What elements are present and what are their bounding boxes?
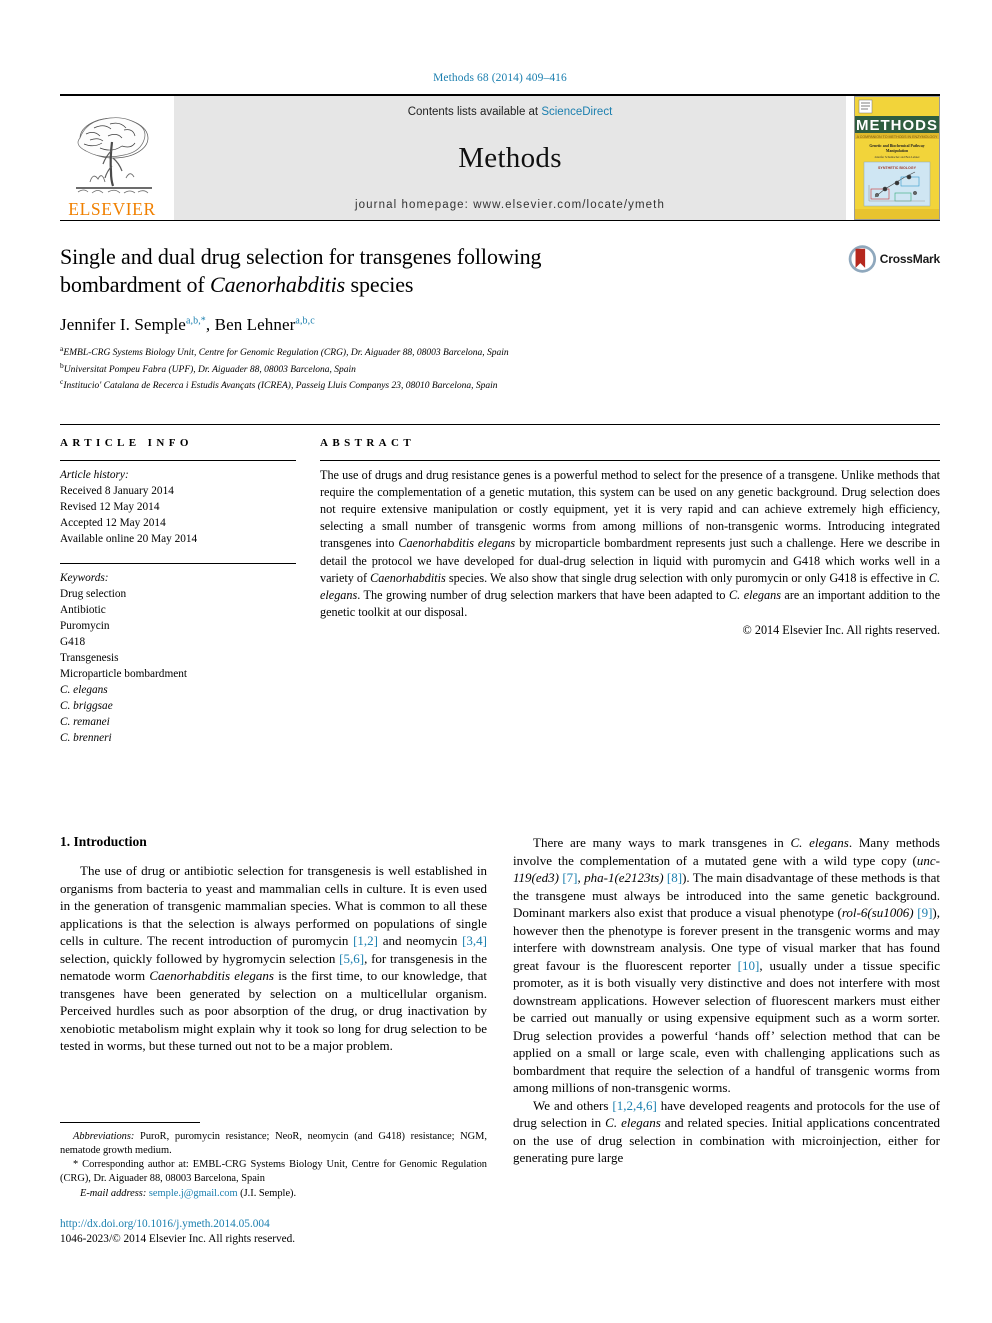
crossmark-icon bbox=[848, 245, 877, 273]
author-affiliation-marker-2: a,b,c bbox=[295, 315, 315, 327]
body-column-left: 1. Introduction The use of drug or antib… bbox=[60, 834, 487, 1166]
keyword-item: C. briggsae bbox=[60, 700, 113, 713]
svg-text:Genetic and Biochemical Pathwa: Genetic and Biochemical Pathway bbox=[869, 144, 924, 148]
title-species-italic: Caenorhabditis bbox=[210, 271, 346, 297]
intro-paragraph: The use of drug or antibiotic selection … bbox=[60, 863, 488, 1054]
affiliation-c: cInstitucio' Catalana de Recerca i Estud… bbox=[60, 377, 940, 394]
affiliation-b: bUniversitat Pompeu Fabra (UPF), Dr. Aig… bbox=[60, 361, 940, 378]
doi-issn-block: http://dx.doi.org/10.1016/j.ymeth.2014.0… bbox=[60, 1217, 487, 1248]
history-online: Available online 20 May 2014 bbox=[60, 532, 198, 545]
citation-link[interactable]: [5,6] bbox=[339, 951, 364, 966]
email-label: E-mail address: bbox=[80, 1187, 147, 1199]
journal-homepage-link[interactable]: journal homepage: www.elsevier.com/locat… bbox=[355, 199, 665, 211]
affiliation-text-c: Institucio' Catalana de Recerca i Estudi… bbox=[63, 381, 498, 392]
crossmark-badge[interactable]: CrossMark bbox=[848, 237, 940, 281]
keywords-label: Keywords: bbox=[60, 571, 109, 584]
keyword-item: C. remanei bbox=[60, 716, 110, 729]
history-received: Received 8 January 2014 bbox=[60, 484, 174, 497]
history-revised: Revised 12 May 2014 bbox=[60, 500, 160, 513]
info-abstract-section: ARTICLE INFO Article history: Received 8… bbox=[60, 423, 940, 747]
elsevier-wordmark: ELSEVIER bbox=[68, 198, 156, 219]
citation-link[interactable]: [7] bbox=[562, 870, 577, 885]
author-name-2[interactable]: Ben Lehner bbox=[215, 315, 296, 334]
sciencedirect-link[interactable]: ScienceDirect bbox=[541, 106, 612, 118]
footnote-corresponding-author: * Corresponding author at: EMBL-CRG Syst… bbox=[60, 1158, 487, 1186]
intro-paragraph: We and others [1,2,4,6] have developed r… bbox=[513, 1097, 940, 1166]
footnote-area: Abbreviations: PuroR, puromycin resistan… bbox=[60, 1122, 487, 1248]
intro-paragraph: There are many ways to mark transgenes i… bbox=[513, 835, 941, 1096]
email-link[interactable]: semple.j@gmail.com bbox=[149, 1188, 238, 1199]
keywords-block: Keywords: Drug selection Antibiotic Puro… bbox=[60, 570, 296, 746]
abstract-copyright: © 2014 Elsevier Inc. All rights reserved… bbox=[742, 623, 940, 638]
author-separator: , bbox=[205, 314, 215, 334]
citation-link[interactable]: [9] bbox=[917, 905, 932, 920]
abstract-heading: ABSTRACT bbox=[320, 436, 416, 449]
title-line-1: Single and dual drug selection for trans… bbox=[60, 244, 542, 269]
author-affiliation-marker-1: a,b,* bbox=[185, 315, 206, 327]
svg-text:Manipulation: Manipulation bbox=[886, 149, 909, 153]
running-head: Methods 68 (2014) 409–416 bbox=[433, 72, 567, 84]
article-history-block: Article history: Received 8 January 2014… bbox=[60, 467, 296, 547]
elsevier-tree-icon bbox=[76, 116, 152, 193]
contents-list-line: Contents lists available at ScienceDirec… bbox=[408, 106, 613, 118]
keyword-item: Drug selection bbox=[60, 587, 127, 600]
footnote-abbreviations: Abbreviations: PuroR, puromycin resistan… bbox=[60, 1130, 487, 1158]
article-info-column: ARTICLE INFO Article history: Received 8… bbox=[60, 437, 318, 747]
doi-link[interactable]: http://dx.doi.org/10.1016/j.ymeth.2014.0… bbox=[60, 1217, 487, 1232]
elsevier-logo: ELSEVIER bbox=[60, 96, 164, 220]
history-accepted: Accepted 12 May 2014 bbox=[60, 516, 166, 529]
keyword-item: Puromycin bbox=[60, 620, 110, 633]
affiliation-list: aEMBL-CRG Systems Biology Unit, Centre f… bbox=[60, 344, 940, 394]
article-info-heading: ARTICLE INFO bbox=[60, 436, 193, 449]
citation-link[interactable]: [1,2] bbox=[353, 933, 378, 948]
title-line-2-post: species bbox=[345, 271, 414, 297]
svg-text:A COMPANION TO METHODS IN ENZY: A COMPANION TO METHODS IN ENZYMOLOGY bbox=[857, 135, 938, 139]
corresponding-text: Corresponding author at: EMBL-CRG System… bbox=[60, 1159, 487, 1185]
citation-link[interactable]: [10] bbox=[738, 958, 760, 973]
keyword-item: C. brenneri bbox=[60, 732, 112, 745]
citation-link[interactable]: [1,2,4,6] bbox=[612, 1098, 656, 1113]
abstract-column: ABSTRACT The use of drugs and drug resis… bbox=[318, 437, 940, 747]
keyword-item: C. elegans bbox=[60, 684, 108, 697]
email-owner: (J.I. Semple). bbox=[237, 1187, 297, 1199]
cover-artwork: METHODS A COMPANION TO METHODS IN ENZYMO… bbox=[855, 97, 939, 219]
affiliation-text-a: EMBL-CRG Systems Biology Unit, Centre fo… bbox=[63, 348, 509, 359]
page-title: Single and dual drug selection for trans… bbox=[60, 243, 750, 299]
article-history-label: Article history: bbox=[60, 468, 129, 481]
journal-title: Methods bbox=[458, 142, 562, 174]
svg-text:SYNTHETIC BIOLOGY: SYNTHETIC BIOLOGY bbox=[878, 166, 917, 170]
footnote-email: E-mail address: semple.j@gmail.com (J.I.… bbox=[60, 1187, 487, 1201]
affiliation-a: aEMBL-CRG Systems Biology Unit, Centre f… bbox=[60, 344, 940, 361]
svg-text:Jennifer Schumacher and Ben Le: Jennifer Schumacher and Ben Lehner bbox=[874, 155, 919, 159]
affiliation-text-b: Universitat Pompeu Fabra (UPF), Dr. Aigu… bbox=[63, 364, 356, 375]
crossmark-label: CrossMark bbox=[879, 252, 940, 266]
contents-prefix: Contents lists available at bbox=[407, 106, 542, 118]
abstract-rule-top bbox=[320, 459, 940, 461]
title-block: CrossMark Single and dual drug selection… bbox=[60, 221, 940, 394]
keyword-item: G418 bbox=[60, 636, 86, 649]
citation-link[interactable]: [8] bbox=[667, 870, 682, 885]
journal-masthead: ELSEVIER Contents lists available at Sci… bbox=[60, 94, 940, 220]
author-list: Jennifer I. Semplea,b,*, Ben Lehnera,b,c bbox=[60, 315, 940, 335]
title-line-2-pre: bombardment of bbox=[60, 271, 211, 297]
abstract-text: The use of drugs and drug resistance gen… bbox=[320, 467, 940, 619]
body-column-right: There are many ways to mark transgenes i… bbox=[513, 834, 940, 1166]
svg-text:METHODS: METHODS bbox=[856, 117, 938, 134]
journal-cover-thumbnail[interactable]: METHODS A COMPANION TO METHODS IN ENZYMO… bbox=[854, 96, 940, 220]
article-info-rule-top bbox=[60, 459, 296, 461]
citation-link[interactable]: [3,4] bbox=[462, 933, 487, 948]
author-name-1[interactable]: Jennifer I. Semple bbox=[60, 315, 186, 334]
section-heading-introduction: 1. Introduction bbox=[60, 834, 147, 850]
body-columns: 1. Introduction The use of drug or antib… bbox=[60, 834, 940, 1166]
keyword-item: Transgenesis bbox=[60, 652, 119, 665]
abbreviations-label: Abbreviations: bbox=[73, 1131, 135, 1142]
keyword-item: Antibiotic bbox=[60, 604, 106, 617]
issn-copyright: 1046-2023/© 2014 Elsevier Inc. All right… bbox=[60, 1233, 296, 1246]
article-page: Methods 68 (2014) 409–416 ELSEVIER Conte… bbox=[60, 0, 940, 1323]
keywords-rule bbox=[60, 562, 296, 564]
keyword-item: Microparticle bombardment bbox=[60, 668, 188, 681]
journal-band: Contents lists available at ScienceDirec… bbox=[174, 96, 846, 220]
footnote-rule bbox=[60, 1122, 200, 1123]
